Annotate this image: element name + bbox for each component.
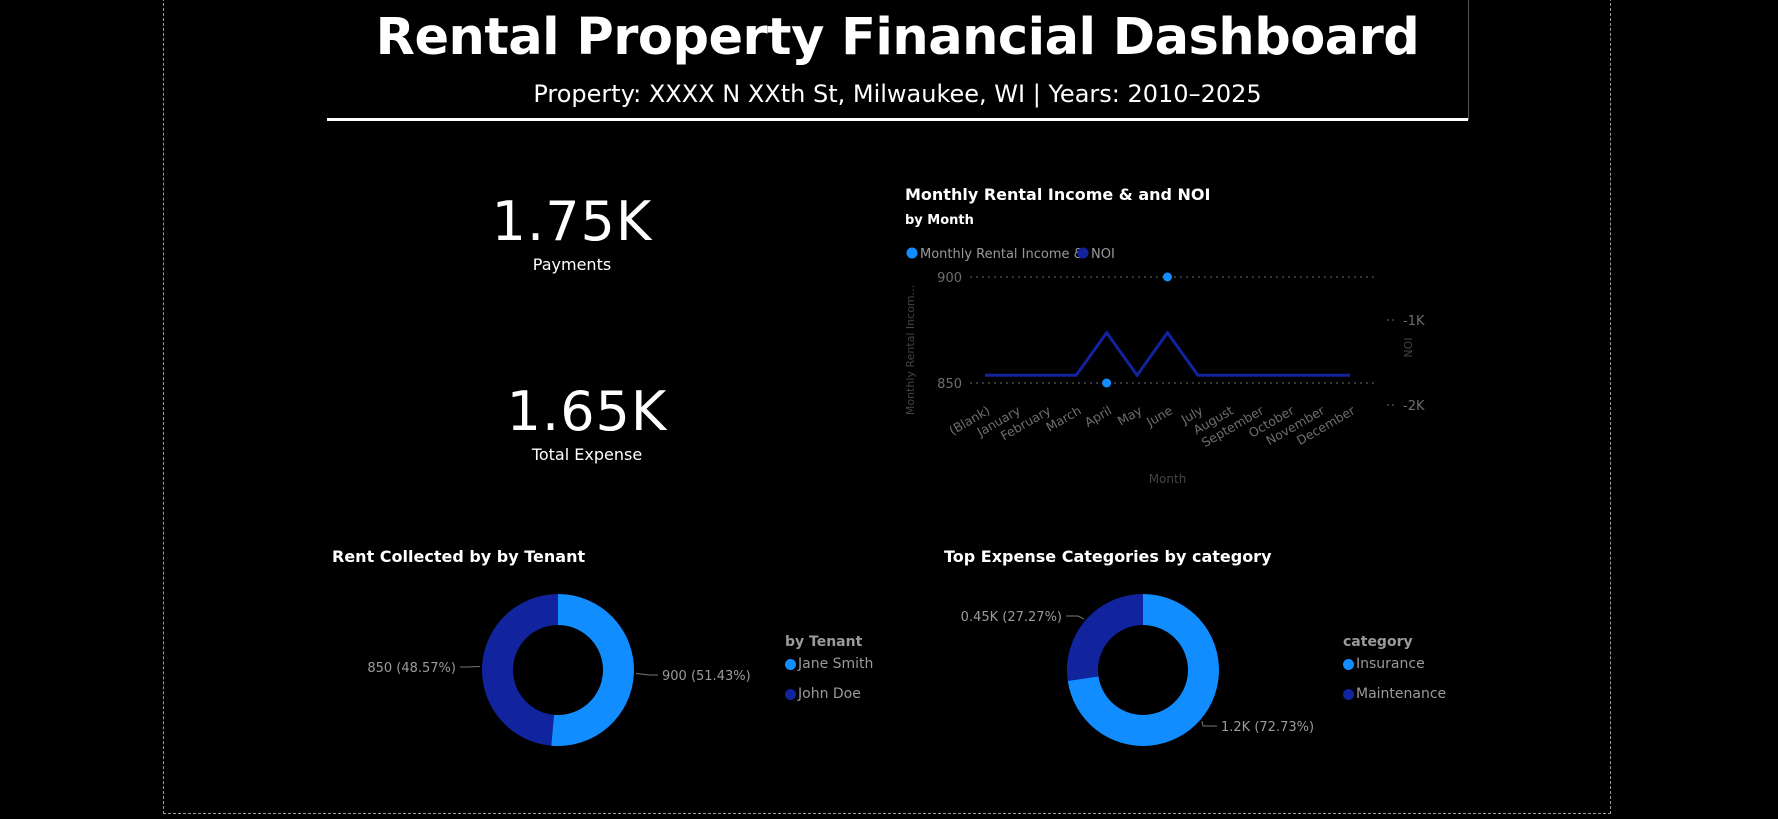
donut-slice-jane-smith (551, 594, 634, 746)
donut-slice-john-doe (482, 594, 558, 746)
page-subtitle: Property: XXXX N XXth St, Milwaukee, WI … (533, 80, 1262, 108)
expense-donut-title: Top Expense Categories by category (944, 547, 1272, 566)
x-axis-title: Month (1149, 472, 1187, 486)
legend-label: Insurance (1356, 656, 1425, 672)
legend-marker-noi (1077, 247, 1089, 259)
legend-marker (785, 658, 796, 670)
kpi-card-payments[interactable]: 1.75K Payments (472, 190, 672, 274)
line-chart-subtitle: by Month (905, 213, 974, 228)
tenant-donut-title: Rent Collected by by Tenant (332, 547, 586, 566)
kpi-label: Total Expense (531, 445, 643, 464)
legend-item-john-doe[interactable]: John Doe (785, 686, 861, 702)
legend-marker (785, 688, 796, 700)
kpi-value: 1.65K (506, 380, 668, 443)
x-tick-label: March (1043, 403, 1084, 435)
line-chart-title: Monthly Rental Income & and NOI (905, 185, 1211, 204)
title-divider (327, 118, 1468, 121)
leader-line (1066, 615, 1085, 620)
y-tick-label: 850 (937, 377, 962, 392)
donut-slice-maintenance (1067, 594, 1143, 681)
y-tick-label: 900 (937, 271, 962, 286)
data-point-income (1102, 378, 1112, 388)
legend-label: Maintenance (1356, 686, 1447, 702)
x-tick-label: April (1082, 403, 1114, 430)
legend-marker (1343, 658, 1354, 670)
category-legend-title: category (1343, 634, 1413, 650)
y2-tick-label: -1K (1403, 314, 1425, 329)
kpi-label: Payments (532, 255, 612, 274)
expense-donut-chart: 1.2K (72.73%) 0.45K (27.27%) (961, 594, 1314, 746)
tenant-legend-title: by Tenant (785, 634, 863, 650)
data-point-income (1163, 272, 1172, 282)
legend-item-maintenance[interactable]: Maintenance (1343, 686, 1446, 702)
tenant-donut-chart: 900 (51.43%) 850 (48.57%) (367, 594, 751, 746)
page-title: Rental Property Financial Dashboard (375, 8, 1420, 67)
y-axis-title: Monthly Rental Incom... (904, 285, 917, 415)
legend-item-insurance[interactable]: Insurance (1343, 656, 1425, 672)
title-block: Rental Property Financial Dashboard Prop… (327, 0, 1469, 121)
y2-tick-label: -2K (1403, 399, 1425, 414)
x-tick-label: May (1115, 402, 1145, 428)
data-label: 1.2K (72.73%) (1221, 720, 1314, 735)
x-tick-label: June (1143, 402, 1175, 429)
legend-item-jane-smith[interactable]: Jane Smith (785, 656, 873, 672)
line-chart: Monthly Rental Income & NOI 900 850 -1K -2K Mo… (904, 247, 1425, 486)
kpi-card-total-expense[interactable]: 1.65K Total Expense (487, 380, 687, 464)
legend-label-income: Monthly Rental Income & (920, 247, 1084, 262)
leader-line (635, 673, 658, 676)
legend-marker-income (906, 247, 918, 259)
legend-label-noi: NOI (1091, 247, 1115, 262)
leader-line (1201, 720, 1217, 727)
data-label: 850 (48.57%) (367, 661, 456, 676)
kpi-value: 1.75K (491, 190, 653, 253)
series-line-noi (985, 330, 1350, 378)
data-label: 900 (51.43%) (662, 669, 751, 684)
legend-label: John Doe (798, 686, 861, 702)
data-label: 0.45K (27.27%) (961, 610, 1062, 625)
y2-axis-title: NOI (1402, 337, 1415, 357)
legend-label: Jane Smith (798, 656, 874, 672)
legend-marker (1343, 688, 1354, 700)
